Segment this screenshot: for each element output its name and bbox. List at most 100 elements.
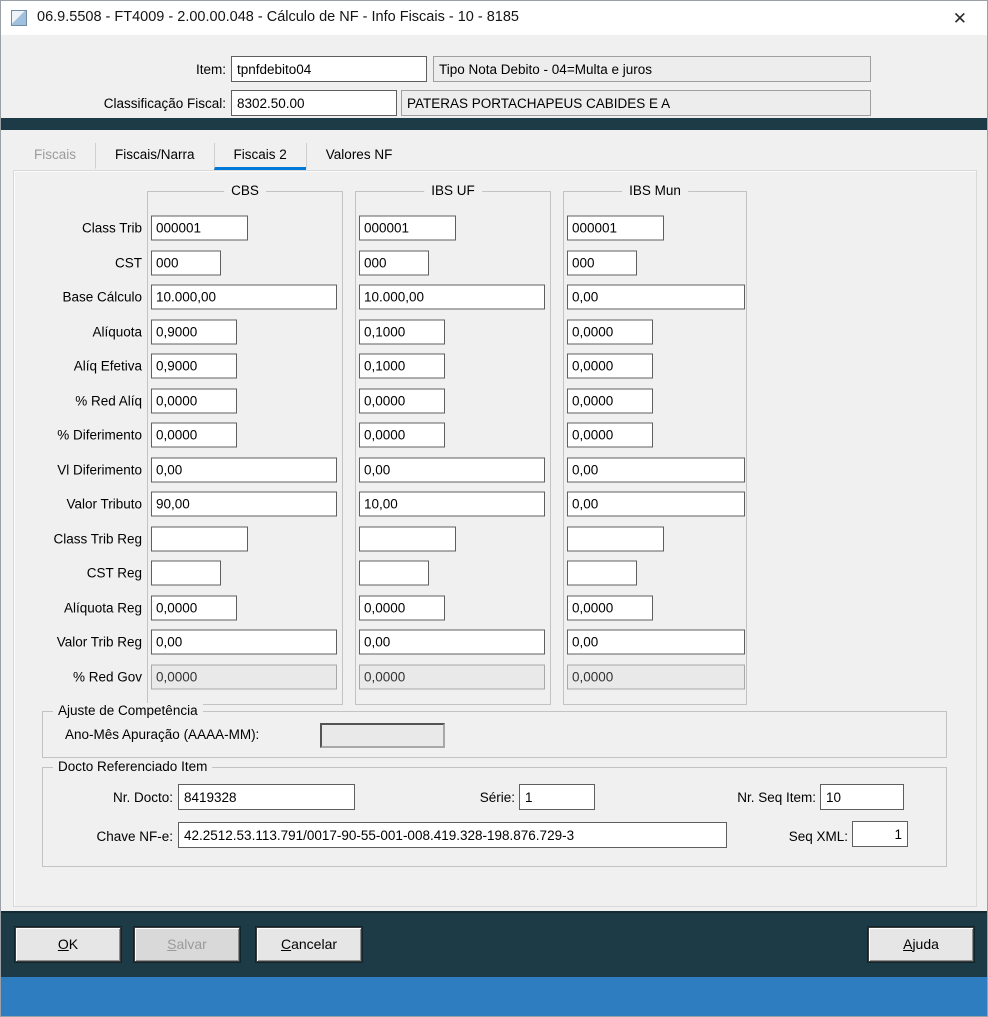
nr-seq-item-input[interactable] <box>820 784 904 810</box>
title-bar: 06.9.5508 - FT4009 - 2.00.00.048 - Cálcu… <box>1 1 987 35</box>
red-aliq-ibs-uf-input[interactable] <box>359 388 445 414</box>
aliq-efetiva-label: Alíq Efetiva <box>73 358 142 374</box>
cst-row: CST <box>14 246 976 281</box>
red-aliq-cbs-input[interactable] <box>151 388 237 414</box>
classificacao-fiscal-label: Classificação Fiscal: <box>103 96 226 111</box>
chave-nfe-input[interactable] <box>178 822 727 848</box>
diferimento-ibs-mun-input[interactable] <box>567 422 653 448</box>
valor-trib-reg-label: Valor Trib Reg <box>56 634 142 650</box>
background-strip <box>1 977 987 1016</box>
ajuste-competencia-groupbox: Ajuste de Competência Ano-Mês Apuração (… <box>42 703 947 758</box>
valor-tributo-cbs-input[interactable] <box>151 491 337 517</box>
aliquota-ibs-uf-input[interactable] <box>359 319 445 345</box>
cst-reg-cbs-input[interactable] <box>151 560 221 586</box>
window-title: 06.9.5508 - FT4009 - 2.00.00.048 - Cálcu… <box>37 9 519 25</box>
aliquota-ibs-mun-input[interactable] <box>567 319 653 345</box>
red-aliq-ibs-mun-input[interactable] <box>567 388 653 414</box>
red-gov-label: % Red Gov <box>72 669 142 685</box>
tab-fiscais-narra[interactable]: Fiscais/Narra <box>95 143 214 170</box>
tax-grid: Class Trib CST Base Cálculo Alíquota Alíq Ef… <box>14 211 976 694</box>
serie-input[interactable] <box>519 784 595 810</box>
vl-diferimento-cbs-input[interactable] <box>151 457 337 483</box>
ajuda-button[interactable]: Ajuda <box>868 927 974 962</box>
cst-reg-ibs-mun-input[interactable] <box>567 560 637 586</box>
chave-nfe-label: Chave NF-e: <box>96 829 173 844</box>
red-gov-ibs-uf-input <box>359 664 545 690</box>
diferimento-ibs-uf-input[interactable] <box>359 422 445 448</box>
ano-mes-apuracao-label: Ano-Mês Apuração (AAAA-MM): <box>65 727 260 742</box>
cst-reg-label: CST Reg <box>86 565 142 581</box>
valor-tributo-ibs-mun-input[interactable] <box>567 491 745 517</box>
cancelar-button[interactable]: Cancelar <box>256 927 362 962</box>
vl-diferimento-ibs-mun-input[interactable] <box>567 457 745 483</box>
ok-button[interactable]: OK <box>15 927 121 962</box>
class-trib-reg-row: Class Trib Reg <box>14 522 976 557</box>
red-gov-ibs-mun-input <box>567 664 745 690</box>
tab-valores-nf[interactable]: Valores NF <box>305 143 412 170</box>
aliquota-row: Alíquota <box>14 315 976 350</box>
seq-xml-label: Seq XML: <box>788 829 848 844</box>
aliquota-reg-ibs-mun-input[interactable] <box>567 595 653 621</box>
class-trib-reg-ibs-mun-input[interactable] <box>567 526 664 552</box>
nr-docto-input[interactable] <box>178 784 355 810</box>
aliq-efetiva-ibs-mun-input[interactable] <box>567 353 653 379</box>
nr-docto-label: Nr. Docto: <box>112 790 173 805</box>
cst-ibs-mun-input[interactable] <box>567 250 637 276</box>
vl-diferimento-ibs-uf-input[interactable] <box>359 457 545 483</box>
classificacao-fiscal-description-field <box>401 90 871 116</box>
cst-ibs-uf-input[interactable] <box>359 250 429 276</box>
class-trib-reg-cbs-input[interactable] <box>151 526 248 552</box>
ibs-uf-column-header: IBS UF <box>424 183 482 198</box>
aliquota-reg-row: Alíquota Reg <box>14 591 976 626</box>
diferimento-cbs-input[interactable] <box>151 422 237 448</box>
aliquota-cbs-input[interactable] <box>151 319 237 345</box>
class-trib-reg-ibs-uf-input[interactable] <box>359 526 456 552</box>
vl-diferimento-label: Vl Diferimento <box>57 462 142 478</box>
cst-cbs-input[interactable] <box>151 250 221 276</box>
base-calculo-label: Base Cálculo <box>62 289 142 305</box>
dialog-window: 06.9.5508 - FT4009 - 2.00.00.048 - Cálcu… <box>0 0 988 1017</box>
base-calculo-row: Base Cálculo <box>14 280 976 315</box>
valor-tributo-ibs-uf-input[interactable] <box>359 491 545 517</box>
item-description-field <box>433 56 871 82</box>
classificacao-fiscal-input[interactable] <box>231 90 397 116</box>
valor-trib-reg-cbs-input[interactable] <box>151 629 337 655</box>
cst-label: CST <box>115 255 142 271</box>
red-aliq-label: % Red Alíq <box>75 393 142 409</box>
item-label: Item: <box>195 62 226 77</box>
aliq-efetiva-row: Alíq Efetiva <box>14 349 976 384</box>
aliq-efetiva-ibs-uf-input[interactable] <box>359 353 445 379</box>
cbs-column-header: CBS <box>224 183 266 198</box>
valor-trib-reg-ibs-mun-input[interactable] <box>567 629 745 655</box>
base-calculo-cbs-input[interactable] <box>151 284 337 310</box>
red-gov-row: % Red Gov <box>14 660 976 695</box>
valor-trib-reg-ibs-uf-input[interactable] <box>359 629 545 655</box>
ano-mes-apuracao-input <box>320 723 445 748</box>
aliquota-reg-cbs-input[interactable] <box>151 595 237 621</box>
base-calculo-ibs-mun-input[interactable] <box>567 284 745 310</box>
button-bar: OK Salvar Cancelar Ajuda <box>1 911 987 977</box>
tab-fiscais[interactable]: Fiscais <box>15 143 95 170</box>
aliq-efetiva-cbs-input[interactable] <box>151 353 237 379</box>
diferimento-label: % Diferimento <box>57 427 142 443</box>
tab-fiscais-2[interactable]: Fiscais 2 <box>213 143 306 170</box>
app-icon <box>11 10 27 26</box>
cst-reg-row: CST Reg <box>14 556 976 591</box>
item-input[interactable] <box>231 56 427 82</box>
fiscais-2-tab-panel: CBS IBS UF IBS Mun Class Trib CST Base Cál… <box>13 170 977 907</box>
aliquota-label: Alíquota <box>92 324 142 340</box>
aliquota-reg-ibs-uf-input[interactable] <box>359 595 445 621</box>
valor-tributo-row: Valor Tributo <box>14 487 976 522</box>
red-aliq-row: % Red Alíq <box>14 384 976 419</box>
class-trib-ibs-uf-input[interactable] <box>359 215 456 241</box>
seq-xml-input[interactable] <box>852 821 908 847</box>
base-calculo-ibs-uf-input[interactable] <box>359 284 545 310</box>
salvar-button[interactable]: Salvar <box>134 927 240 962</box>
class-trib-label: Class Trib <box>81 220 142 236</box>
close-icon[interactable]: ✕ <box>949 7 971 31</box>
cst-reg-ibs-uf-input[interactable] <box>359 560 429 586</box>
class-trib-cbs-input[interactable] <box>151 215 248 241</box>
divider-band <box>1 118 987 130</box>
valor-trib-reg-row: Valor Trib Reg <box>14 625 976 660</box>
class-trib-ibs-mun-input[interactable] <box>567 215 664 241</box>
